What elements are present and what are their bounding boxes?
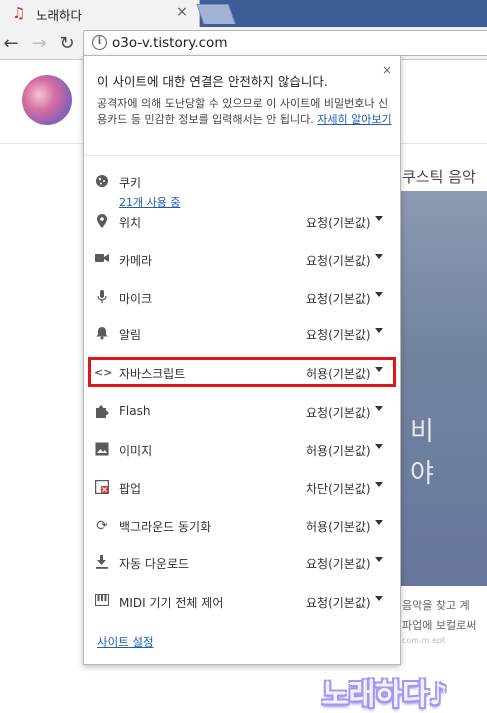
chevron-down-icon[interactable] [375, 596, 383, 601]
permission-select[interactable]: 요청(기본값) [306, 555, 371, 572]
chevron-down-icon[interactable] [375, 406, 383, 411]
popup-description: 공격자에 의해 도난당할 수 있으므로 이 사이트에 비밀번호나 신용카드 등 … [97, 96, 393, 128]
image-icon [94, 442, 110, 458]
download-icon [94, 555, 110, 571]
permission-select[interactable]: 요청(기본값) [306, 594, 371, 611]
hero-text-line1: 비 [410, 417, 434, 447]
permission-select[interactable]: 요청(기본값) [306, 290, 371, 307]
permission-select[interactable]: 요청(기본값) [306, 404, 371, 421]
permission-label: 백그라운드 동기화 [119, 520, 212, 534]
permission-label: 이미지 [119, 444, 153, 458]
chevron-down-icon[interactable] [375, 557, 383, 562]
permission-row-auto-download: 자동 다운로드 요청(기본값) [84, 551, 400, 575]
chevron-down-icon[interactable] [375, 444, 383, 449]
permission-row-images: 이미지 허용(기본값) [84, 438, 400, 462]
music-note-icon: ♫ [12, 4, 26, 22]
new-tab-button[interactable] [196, 4, 236, 24]
chevron-down-icon[interactable] [375, 254, 383, 259]
forward-arrow-icon[interactable]: → [28, 33, 50, 55]
cookie-icon [94, 174, 110, 190]
hero-image [390, 191, 487, 586]
permission-row-midi: MIDI 기기 전체 제어 요청(기본값) [84, 590, 400, 614]
permission-label: Flash [119, 404, 151, 418]
permission-select[interactable]: 요청(기본값) [306, 214, 371, 231]
url-text[interactable]: o3o-v.tistory.com [112, 35, 227, 51]
permission-label: 위치 [119, 216, 142, 230]
puzzle-icon [94, 404, 110, 420]
permission-row-background-sync: ⟳ 백그라운드 동기화 허용(기본값) [84, 514, 400, 538]
popup-heading: 이 사이트에 대한 연결은 안전하지 않습니다. [97, 74, 328, 89]
bell-icon [94, 326, 110, 342]
popup-header: 이 사이트에 대한 연결은 안전하지 않습니다. × 공격자에 의해 도난당할 … [84, 56, 400, 145]
permission-select[interactable]: 허용(기본값) [306, 442, 371, 459]
close-icon[interactable]: × [380, 63, 394, 77]
popup-divider [84, 155, 400, 156]
info-icon[interactable]: i [92, 35, 107, 50]
permission-select[interactable]: 차단(기본값) [306, 480, 371, 497]
midi-piano-icon [94, 594, 110, 610]
caption-line3: com.m.ept [402, 636, 446, 645]
javascript-highlight-box [88, 357, 396, 387]
cookies-label: 쿠키 [119, 176, 142, 190]
permission-row-notifications: 알림 요청(기본값) [84, 322, 400, 346]
permission-select[interactable]: 요청(기본값) [306, 326, 371, 343]
permission-label: 알림 [119, 328, 142, 342]
chevron-down-icon[interactable] [375, 328, 383, 333]
permission-label: 자동 다운로드 [119, 557, 190, 571]
tab-close-icon[interactable]: × [174, 4, 190, 20]
reload-icon[interactable]: ↻ [56, 33, 78, 55]
caption-line1: 음악을 찾고 계 [402, 599, 470, 612]
chevron-down-icon[interactable] [375, 292, 383, 297]
address-bar[interactable]: i o3o-v.tistory.com [83, 30, 487, 56]
permission-select[interactable]: 허용(기본값) [306, 518, 371, 535]
chevron-down-icon[interactable] [375, 520, 383, 525]
post-title-fragment[interactable]: 쿠스틱 음악 [402, 166, 476, 187]
permission-row-camera: 카메라 요청(기본값) [84, 248, 400, 272]
hero-text-line2: 야 [410, 459, 434, 489]
permission-label: MIDI 기기 전체 제어 [119, 596, 224, 610]
microphone-icon [94, 290, 110, 306]
caption-line2: 파업에 보컬로써 [402, 619, 477, 632]
sync-icon: ⟳ [96, 518, 108, 534]
chevron-down-icon[interactable] [375, 482, 383, 487]
cookies-in-use-link[interactable]: 21개 사용 중 [119, 194, 180, 210]
camera-icon [94, 252, 110, 268]
permission-label: 마이크 [119, 292, 153, 306]
back-arrow-icon[interactable]: ← [0, 33, 22, 55]
learn-more-link[interactable]: 자세히 알아보기 [317, 113, 391, 126]
popup-blocked-icon [94, 479, 110, 496]
permission-row-location: 위치 요청(기본값) [84, 210, 400, 234]
avatar[interactable] [22, 75, 72, 125]
site-settings-link[interactable]: 사이트 설정 [97, 634, 154, 650]
permission-select[interactable]: 요청(기본값) [306, 252, 371, 269]
chevron-down-icon[interactable] [375, 216, 383, 221]
permission-label: 팝업 [119, 482, 142, 496]
permission-row-flash: Flash 요청(기본값) [84, 400, 400, 424]
permission-label: 카메라 [119, 254, 153, 268]
location-pin-icon [94, 214, 110, 230]
tab-title: 노래하다 [36, 8, 83, 23]
watermark-logo: 노래하다♪ [322, 677, 448, 711]
permission-row-popups: 팝업 차단(기본값) [84, 476, 400, 500]
tab-strip: ♫ 노래하다 × [0, 0, 487, 27]
cookies-row: 쿠키 [84, 170, 400, 194]
browser-tab[interactable]: ♫ 노래하다 × [0, 0, 200, 27]
permission-row-microphone: 마이크 요청(기본값) [84, 286, 400, 310]
